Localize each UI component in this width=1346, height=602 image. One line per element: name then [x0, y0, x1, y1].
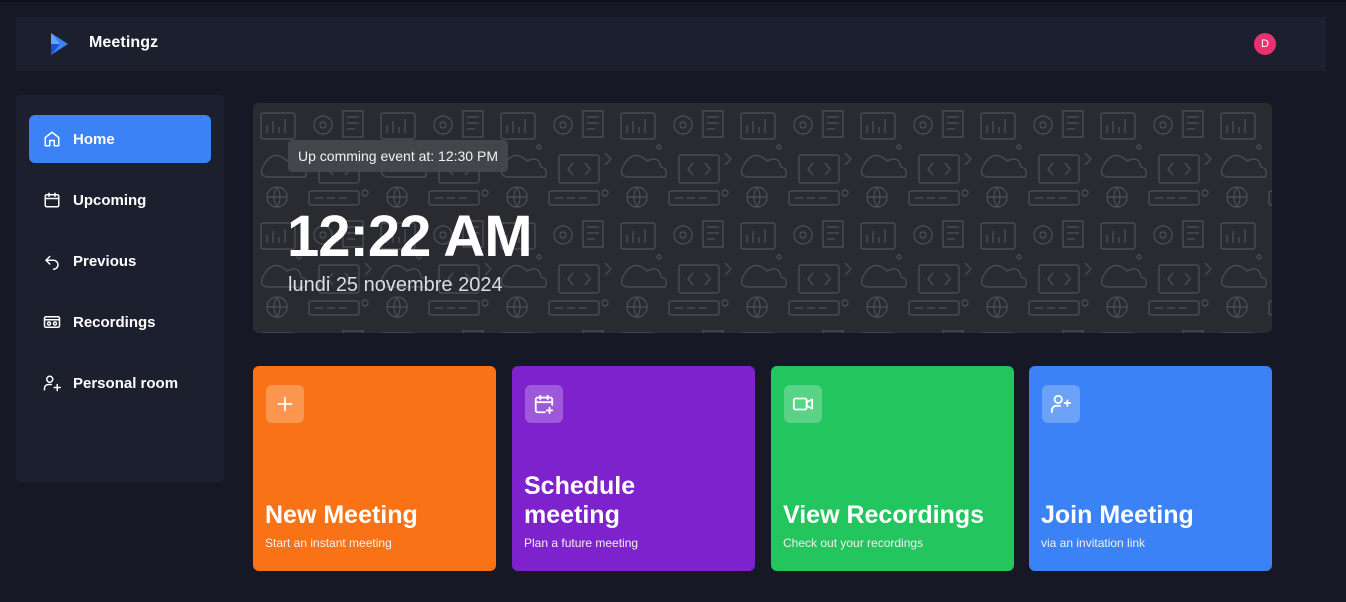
video-icon	[784, 385, 822, 423]
sidebar-item-label: Personal room	[73, 374, 179, 392]
home-icon	[43, 130, 61, 148]
current-time: 12:22 AM	[287, 204, 533, 269]
user-plus-icon	[43, 374, 61, 392]
card-title: Join Meeting	[1041, 501, 1194, 529]
logo-icon[interactable]	[48, 31, 70, 57]
sidebar-item-personal-room[interactable]: Personal room	[29, 359, 211, 407]
calendar-plus-icon	[525, 385, 563, 423]
schedule-meeting-card[interactable]: Schedule meeting Plan a future meeting	[512, 366, 755, 571]
new-meeting-card[interactable]: New Meeting Start an instant meeting	[253, 366, 496, 571]
sidebar-item-home[interactable]: Home	[29, 115, 211, 163]
plus-icon	[266, 385, 304, 423]
card-subtitle: Start an instant meeting	[265, 536, 392, 550]
card-subtitle: Check out your recordings	[783, 536, 924, 550]
card-subtitle: Plan a future meeting	[524, 536, 639, 550]
calendar-icon	[43, 191, 61, 209]
sidebar-item-label: Upcoming	[73, 191, 147, 209]
view-recordings-card[interactable]: View Recordings Check out your recording…	[771, 366, 1014, 571]
undo-arrow-icon	[43, 252, 61, 270]
video-recording-icon	[43, 313, 61, 331]
user-plus-icon	[1042, 385, 1080, 423]
sidebar-item-recordings[interactable]: Recordings	[29, 298, 211, 346]
top-navbar: Meetingz D	[16, 17, 1326, 71]
hero-banner: Up comming event at: 12:30 PM 12:22 AM l…	[253, 103, 1272, 333]
upcoming-event-badge: Up comming event at: 12:30 PM	[288, 140, 508, 172]
join-meeting-card[interactable]: Join Meeting via an invitation link	[1029, 366, 1272, 571]
sidebar: Home Upcoming Previous Recordings Person…	[16, 95, 224, 482]
sidebar-item-upcoming[interactable]: Upcoming	[29, 176, 211, 224]
sidebar-item-previous[interactable]: Previous	[29, 237, 211, 285]
window-top-edge	[0, 0, 1346, 2]
card-subtitle: via an invitation link	[1041, 536, 1146, 550]
card-title: Schedule meeting	[524, 472, 636, 529]
sidebar-item-label: Home	[73, 130, 115, 148]
app-name[interactable]: Meetingz	[89, 34, 158, 52]
card-title: New Meeting	[265, 501, 418, 529]
sidebar-item-label: Recordings	[73, 313, 156, 331]
user-avatar[interactable]: D	[1254, 33, 1276, 55]
sidebar-item-label: Previous	[73, 252, 137, 270]
card-title: View Recordings	[783, 501, 984, 529]
current-date: lundi 25 novembre 2024	[288, 274, 503, 296]
